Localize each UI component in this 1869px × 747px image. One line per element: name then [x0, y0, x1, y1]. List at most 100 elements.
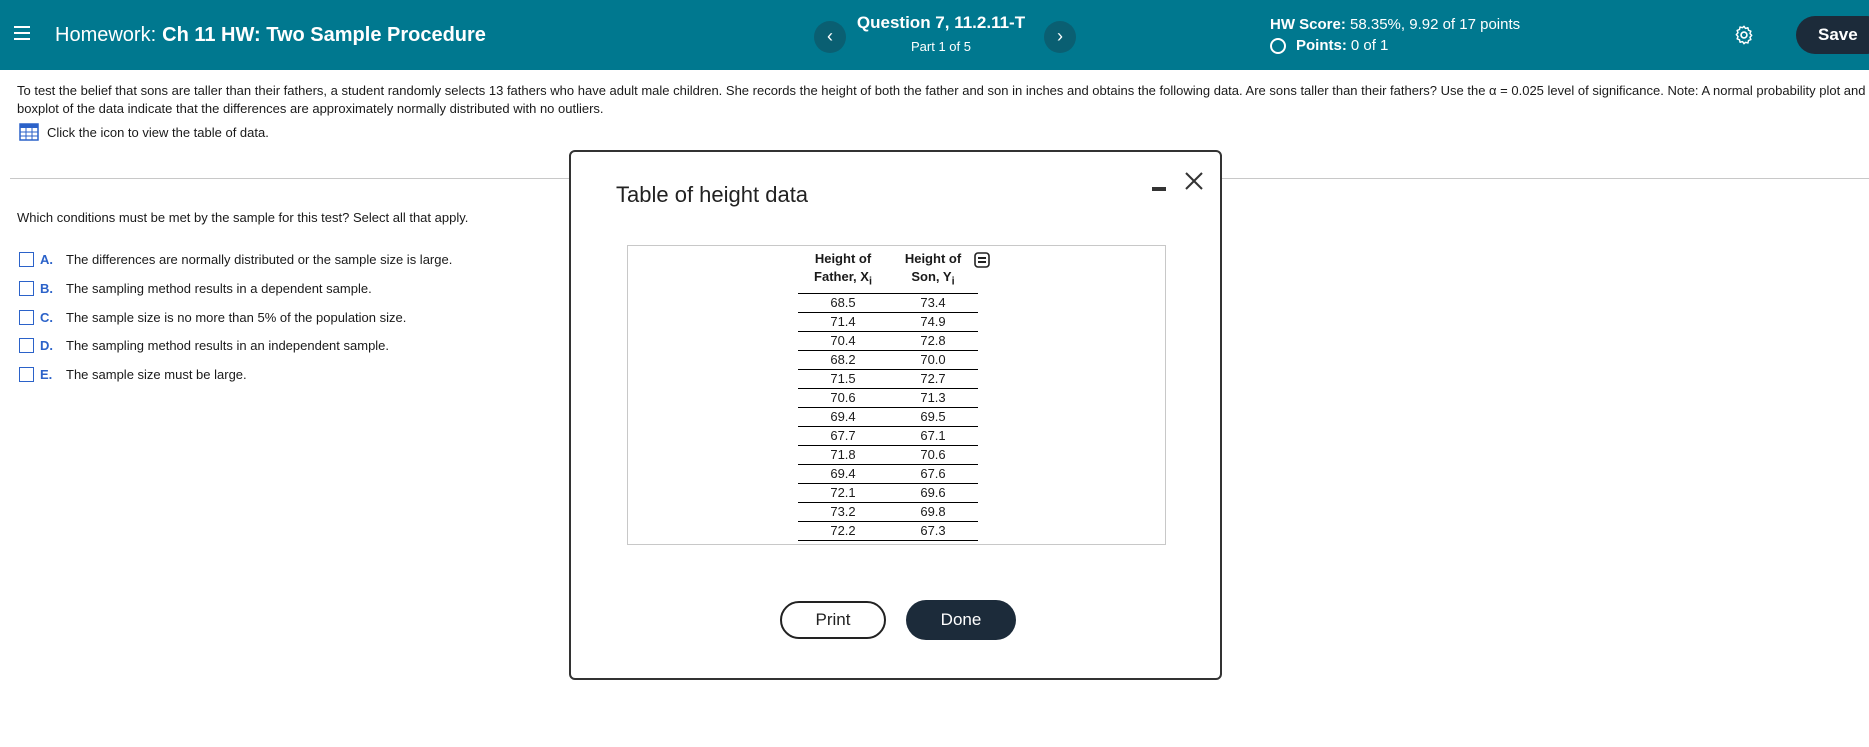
choice-a-checkbox[interactable]: [19, 252, 34, 267]
son-height-cell: 71.3: [888, 388, 978, 408]
father-height-cell: 71.4: [798, 312, 888, 332]
choice-b-text[interactable]: The sampling method results in a depende…: [66, 281, 372, 296]
dialog-title: Table of height data: [616, 182, 809, 207]
son-height-cell: 72.8: [888, 331, 978, 351]
hw-score-label: HW Score:: [1270, 16, 1346, 33]
table-row: 71.5 72.7: [798, 369, 978, 389]
table-grid-icon[interactable]: [19, 123, 39, 141]
son-height-cell: 70.0: [888, 350, 978, 370]
son-height-cell: 72.7: [888, 369, 978, 389]
header-bar: Homework: Ch 11 HW: Two Sample Procedure …: [0, 0, 1869, 70]
table-row: 70.6 71.3: [798, 388, 978, 408]
previous-question-button[interactable]: ‹: [814, 21, 846, 53]
done-button[interactable]: Done: [906, 600, 1016, 640]
table-row: 67.7 67.1: [798, 426, 978, 446]
choice-c-letter: C.: [40, 310, 53, 325]
choice-b[interactable]: B. The sampling method results in a depe…: [19, 281, 372, 296]
choice-c-checkbox[interactable]: [19, 310, 34, 325]
father-height-cell: 72.2: [798, 521, 888, 541]
question-title: Question 7, 11.2.11-T: [856, 13, 1026, 32]
choice-e-checkbox[interactable]: [19, 367, 34, 382]
close-icon[interactable]: [1183, 170, 1205, 192]
choice-c[interactable]: C. The sample size is no more than 5% of…: [19, 310, 406, 325]
father-height-cell: 67.7: [798, 426, 888, 446]
table-row: 68.2 70.0: [798, 350, 978, 370]
father-height-cell: 70.6: [798, 388, 888, 408]
table-data-dialog: Table of height data Height of Father, X…: [569, 150, 1222, 680]
col1-line1: Height of: [814, 251, 872, 266]
print-button[interactable]: Print: [780, 601, 886, 639]
choice-c-text[interactable]: The sample size is no more than 5% of th…: [66, 310, 406, 325]
question-text: Which conditions must be met by the samp…: [17, 210, 469, 225]
choice-e-letter: E.: [40, 367, 53, 382]
father-height-cell: 72.1: [798, 483, 888, 503]
copy-icon[interactable]: [974, 252, 990, 268]
gear-icon[interactable]: [1733, 24, 1755, 46]
father-height-cell: 70.4: [798, 331, 888, 351]
son-height-cell: 67.6: [888, 464, 978, 484]
question-part: Part 1 of 5: [911, 39, 971, 54]
points-status: Points: 0 of 1: [1270, 37, 1388, 54]
son-height-cell: 74.9: [888, 312, 978, 332]
hw-score: HW Score: 58.35%, 9.92 of 17 points: [1270, 16, 1520, 33]
column-header-son: Height of Son, Yi: [888, 250, 978, 294]
column-header-father: Height of Father, Xi: [798, 250, 888, 294]
son-height-cell: 67.3: [888, 521, 978, 541]
col2-subscript: i: [951, 275, 955, 288]
table-row: 68.5 73.4: [798, 293, 978, 313]
table-row: 69.4 69.5: [798, 407, 978, 427]
choice-d[interactable]: D. The sampling method results in an ind…: [19, 338, 389, 353]
choice-a[interactable]: A. The differences are normally distribu…: [19, 252, 452, 267]
father-height-cell: 71.5: [798, 369, 888, 389]
hw-score-value: 58.35%, 9.92 of 17 points: [1350, 16, 1521, 33]
choice-b-checkbox[interactable]: [19, 281, 34, 296]
choice-e-text[interactable]: The sample size must be large.: [66, 367, 247, 382]
problem-prompt: To test the belief that sons are taller …: [17, 83, 1866, 116]
data-table-container: Height of Father, Xi Height of Son, Yi 6…: [627, 245, 1166, 545]
hamburger-menu-icon[interactable]: [14, 26, 30, 40]
table-row: 71.4 74.9: [798, 312, 978, 332]
height-data-table: Height of Father, Xi Height of Son, Yi 6…: [798, 250, 978, 541]
table-row: 71.8 70.6: [798, 445, 978, 465]
choice-a-text[interactable]: The differences are normally distributed…: [66, 252, 452, 267]
col2-line2: Son, Y: [911, 269, 952, 284]
father-height-cell: 69.4: [798, 407, 888, 427]
table-row: 72.2 67.3: [798, 521, 978, 541]
father-height-cell: 68.2: [798, 350, 888, 370]
col1-subscript: i: [868, 275, 872, 288]
view-table-link[interactable]: Click the icon to view the table of data…: [19, 123, 269, 141]
son-height-cell: 70.6: [888, 445, 978, 465]
homework-title: Homework: Ch 11 HW: Two Sample Procedure: [55, 24, 486, 47]
choice-d-text[interactable]: The sampling method results in an indepe…: [66, 338, 389, 353]
view-table-link-text[interactable]: Click the icon to view the table of data…: [47, 125, 269, 140]
father-height-cell: 71.8: [798, 445, 888, 465]
table-row: 72.1 69.6: [798, 483, 978, 503]
son-height-cell: 69.5: [888, 407, 978, 427]
points-status-icon: [1270, 37, 1286, 54]
father-height-cell: 73.2: [798, 502, 888, 522]
minimize-icon[interactable]: [1151, 180, 1167, 196]
choice-d-checkbox[interactable]: [19, 338, 34, 353]
col2-line1: Height of: [904, 251, 962, 266]
col1-line2: Father, X: [814, 269, 869, 284]
choice-a-letter: A.: [40, 252, 53, 267]
son-height-cell: 69.6: [888, 483, 978, 503]
son-height-cell: 69.8: [888, 502, 978, 522]
choice-b-letter: B.: [40, 281, 53, 296]
father-height-cell: 69.4: [798, 464, 888, 484]
table-row: 73.2 69.8: [798, 502, 978, 522]
save-button[interactable]: Save: [1796, 16, 1869, 54]
father-height-cell: 68.5: [798, 293, 888, 313]
choice-d-letter: D.: [40, 338, 53, 353]
choice-e[interactable]: E. The sample size must be large.: [19, 367, 247, 382]
points-label: Points:: [1296, 37, 1347, 54]
son-height-cell: 67.1: [888, 426, 978, 446]
son-height-cell: 73.4: [888, 293, 978, 313]
points-value: 0 of 1: [1350, 37, 1389, 54]
homework-title-main: Ch 11 HW: Two Sample Procedure: [162, 24, 486, 46]
question-info: Question 7, 11.2.11-T Part 1 of 5: [856, 13, 1026, 54]
next-question-button[interactable]: ›: [1044, 21, 1076, 53]
table-row: 69.4 67.6: [798, 464, 978, 484]
homework-title-prefix: Homework:: [55, 24, 157, 46]
table-row: 70.4 72.8: [798, 331, 978, 351]
